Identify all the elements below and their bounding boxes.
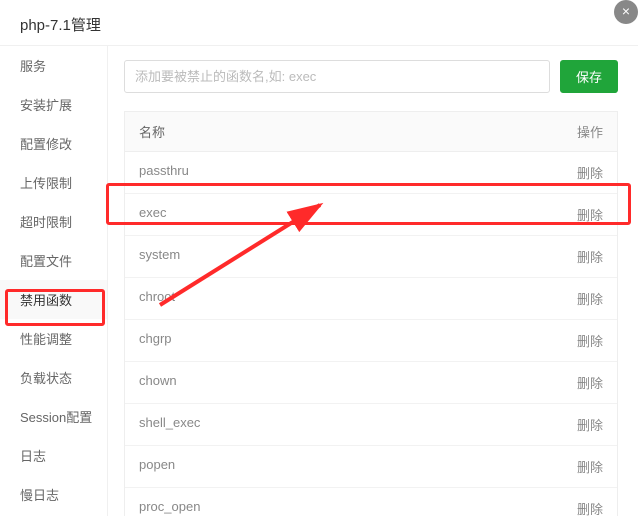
sidebar-item[interactable]: 慢日志	[0, 475, 107, 514]
sidebar-item[interactable]: 超时限制	[0, 202, 107, 241]
column-header-op: 操作	[563, 122, 603, 141]
sidebar-item[interactable]: 配置修改	[0, 124, 107, 163]
sidebar-item[interactable]: 性能调整	[0, 319, 107, 358]
sidebar-item[interactable]: 服务	[0, 46, 107, 85]
dialog-title: php-7.1管理	[0, 0, 638, 46]
close-icon[interactable]: ×	[614, 0, 638, 24]
delete-link[interactable]: 删除	[577, 460, 603, 475]
table-row: exec 删除	[125, 194, 617, 236]
function-name: exec	[139, 205, 563, 224]
delete-link[interactable]: 删除	[577, 418, 603, 433]
delete-link[interactable]: 删除	[577, 208, 603, 223]
function-name: proc_open	[139, 499, 563, 516]
table-row: chgrp 删除	[125, 320, 617, 362]
table-row: passthru 删除	[125, 152, 617, 194]
sidebar-item[interactable]: 配置文件	[0, 241, 107, 280]
function-name: passthru	[139, 163, 563, 182]
table-row: popen 删除	[125, 446, 617, 488]
table-row: shell_exec 删除	[125, 404, 617, 446]
function-name: system	[139, 247, 563, 266]
table-row: proc_open删除	[125, 488, 617, 516]
sidebar-item[interactable]: 负载状态	[0, 358, 107, 397]
main-panel: 保存 名称 操作 passthru 删除 exec 删除 system 删除 chroot 删…	[108, 46, 638, 516]
delete-link[interactable]: 删除	[577, 166, 603, 181]
delete-link[interactable]: 删除	[577, 292, 603, 307]
sidebar-item[interactable]: 上传限制	[0, 163, 107, 202]
function-name: chroot	[139, 289, 563, 308]
sidebar-item[interactable]: 日志	[0, 436, 107, 475]
function-name: popen	[139, 457, 563, 476]
table-row: system 删除	[125, 236, 617, 278]
function-name: chgrp	[139, 331, 563, 350]
sidebar-item[interactable]: 禁用函数	[0, 280, 107, 319]
delete-link[interactable]: 删除	[577, 376, 603, 391]
table-row: chroot 删除	[125, 278, 617, 320]
delete-link[interactable]: 删除	[577, 250, 603, 265]
sidebar-item[interactable]: Session配置	[0, 397, 107, 436]
column-header-name: 名称	[139, 122, 563, 141]
save-button[interactable]: 保存	[560, 60, 618, 93]
sidebar: 服务安装扩展配置修改上传限制超时限制配置文件禁用函数性能调整负载状态Sessio…	[0, 46, 108, 516]
function-name: chown	[139, 373, 563, 392]
function-name-input[interactable]	[124, 60, 550, 93]
sidebar-item[interactable]: 安装扩展	[0, 85, 107, 124]
table-row: chown 删除	[125, 362, 617, 404]
function-table: 名称 操作 passthru删除exec删除system删除chroot删除ch…	[124, 111, 618, 516]
delete-link[interactable]: 删除	[577, 334, 603, 349]
function-name: shell_exec	[139, 415, 563, 434]
